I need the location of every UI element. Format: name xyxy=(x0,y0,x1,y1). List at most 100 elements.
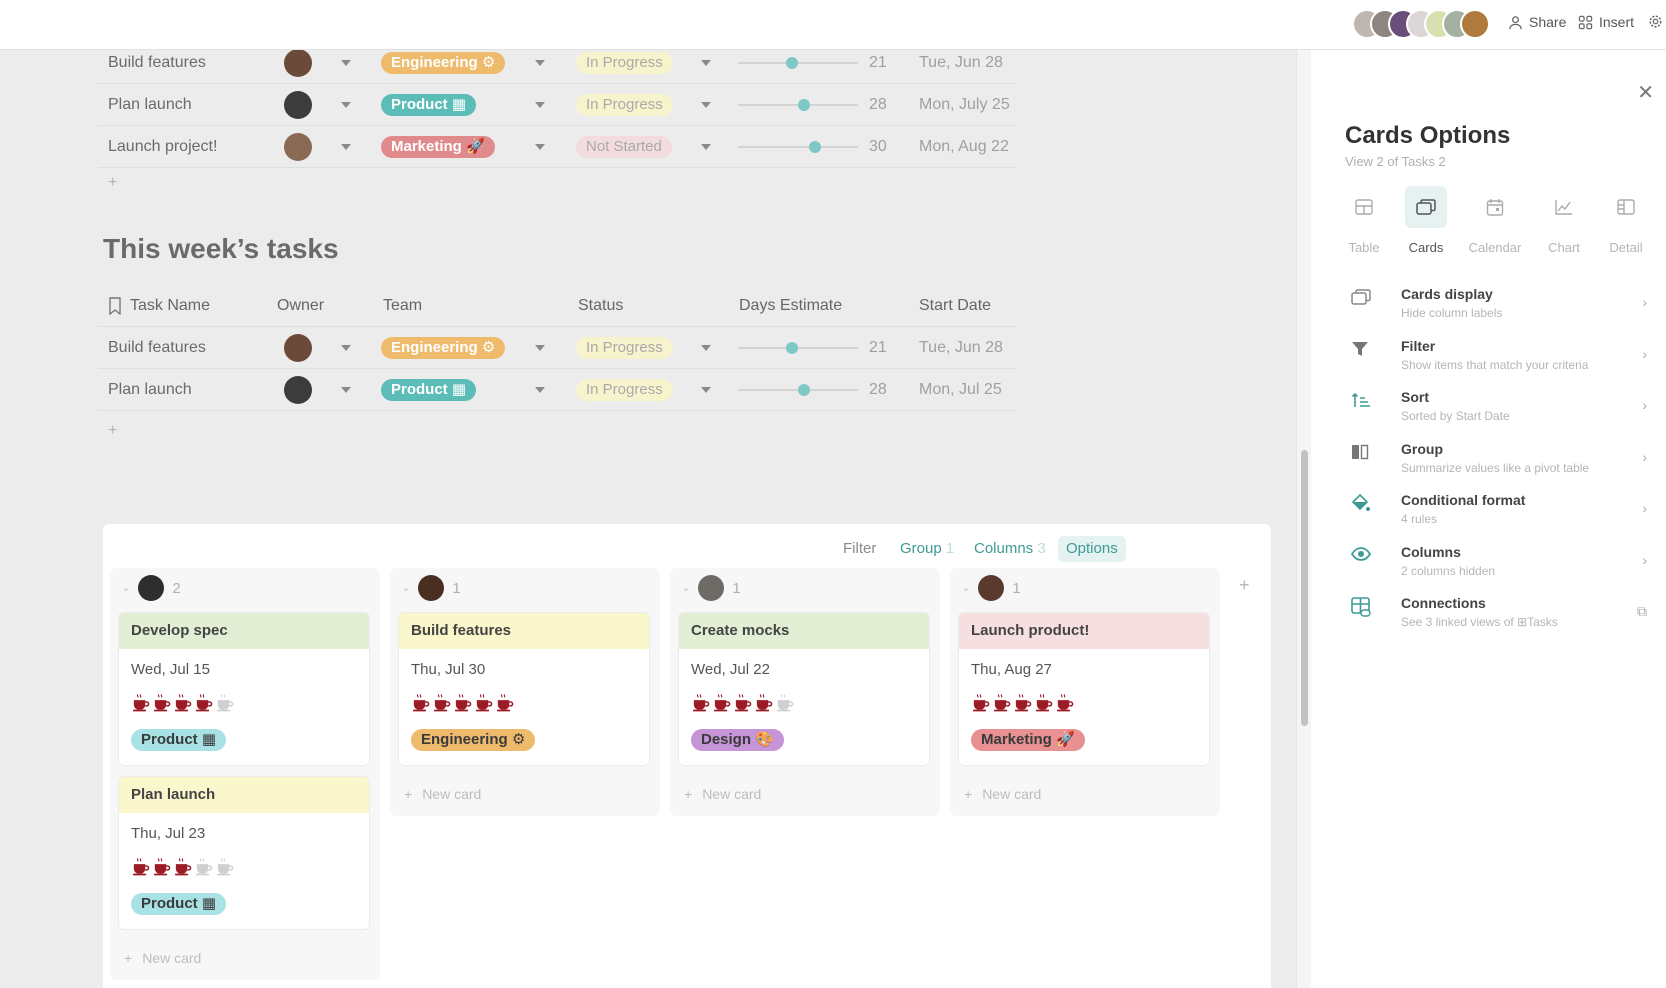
add-row-button[interactable]: + xyxy=(108,422,117,440)
owner-cell[interactable] xyxy=(284,327,312,369)
collapse-chevron-icon[interactable]: ⌄ xyxy=(682,583,690,594)
days-slider-handle[interactable] xyxy=(808,141,821,153)
task-card[interactable]: Launch product! Thu, Aug 27 Marketing 🚀 xyxy=(958,612,1210,766)
new-card-button[interactable]: + New card xyxy=(670,776,940,816)
header-status[interactable]: Status xyxy=(578,297,623,315)
effort-rating[interactable] xyxy=(119,685,369,725)
filter-button[interactable]: Filter xyxy=(835,536,884,562)
table-row[interactable]: Plan launch Product ▦ In Progress 28 Mon, Ju… xyxy=(98,84,1016,126)
view-tab-table[interactable]: Table xyxy=(1333,186,1395,255)
owner-cell[interactable] xyxy=(284,126,312,168)
collapse-chevron-icon[interactable]: ⌄ xyxy=(122,583,130,594)
status-dropdown[interactable] xyxy=(701,327,711,369)
team-cell[interactable]: Marketing 🚀 xyxy=(381,126,495,168)
status-cell[interactable]: In Progress xyxy=(576,369,673,411)
task-card[interactable]: Plan launch Thu, Jul 23 Product ▦ xyxy=(118,776,370,930)
days-slider[interactable] xyxy=(738,146,858,148)
days-slider-handle[interactable] xyxy=(798,99,810,111)
days-slider[interactable] xyxy=(738,62,858,64)
effort-rating[interactable] xyxy=(119,849,369,889)
status-cell[interactable]: In Progress xyxy=(576,327,673,369)
team-cell[interactable]: Product ▦ xyxy=(381,84,477,126)
external-link-icon[interactable]: ⧉ xyxy=(1637,603,1647,620)
option-connections[interactable]: Connections See 3 linked views of ⊞Tasks ⧉ xyxy=(1345,595,1647,641)
days-slider-handle[interactable] xyxy=(798,384,810,396)
start-date-cell[interactable]: Mon, July 25 xyxy=(919,84,1010,126)
option-cards-display[interactable]: Cards display Hide column labels › xyxy=(1345,286,1647,332)
collapse-chevron-icon[interactable]: ⌄ xyxy=(962,583,970,594)
collapse-chevron-icon[interactable]: ⌄ xyxy=(402,583,410,594)
column-header[interactable]: ⌄ 1 xyxy=(390,568,660,608)
header-owner[interactable]: Owner xyxy=(277,297,324,315)
table-row[interactable]: Plan launch Product ▦ In Progress 28 Mon, Ju… xyxy=(98,369,1016,411)
header-days-estimate[interactable]: Days Estimate xyxy=(739,297,842,315)
option-group[interactable]: Group Summarize values like a pivot table… xyxy=(1345,441,1647,487)
task-card[interactable]: Develop spec Wed, Jul 15 Product ▦ xyxy=(118,612,370,766)
column-header[interactable]: ⌄ 2 xyxy=(110,568,380,608)
scrollbar-thumb[interactable] xyxy=(1301,450,1308,726)
status-cell[interactable]: In Progress xyxy=(576,84,673,126)
option-sort[interactable]: Sort Sorted by Start Date › xyxy=(1345,389,1647,435)
effort-rating[interactable] xyxy=(959,685,1209,725)
group-button[interactable]: Group 1 xyxy=(892,536,962,562)
header-task-name[interactable]: Task Name xyxy=(108,297,210,315)
column-header[interactable]: ⌄ 1 xyxy=(950,568,1220,608)
insert-button[interactable]: Insert xyxy=(1578,14,1634,30)
task-card[interactable]: Build features Thu, Jul 30 Engineering ⚙ xyxy=(398,612,650,766)
share-button[interactable]: Share xyxy=(1508,14,1566,30)
status-dropdown[interactable] xyxy=(701,84,711,126)
days-slider[interactable] xyxy=(738,347,858,349)
task-name-cell[interactable]: Launch project! xyxy=(108,126,217,168)
add-column-button[interactable]: + xyxy=(1239,575,1250,596)
team-dropdown[interactable] xyxy=(535,126,545,168)
team-cell[interactable]: Product ▦ xyxy=(381,369,477,411)
option-filter[interactable]: Filter Show items that match your criteri… xyxy=(1345,338,1647,384)
team-dropdown[interactable] xyxy=(535,369,545,411)
days-slider-handle[interactable] xyxy=(786,57,798,69)
task-name-cell[interactable]: Plan launch xyxy=(108,84,192,126)
add-row-button[interactable]: + xyxy=(108,174,117,192)
option-conditional-format[interactable]: Conditional format 4 rules › xyxy=(1345,492,1647,538)
status-dropdown[interactable] xyxy=(701,126,711,168)
collaborator-avatar[interactable] xyxy=(1460,9,1490,39)
collaborator-avatars[interactable] xyxy=(1352,9,1490,39)
effort-rating[interactable] xyxy=(679,685,929,725)
owner-dropdown[interactable] xyxy=(341,84,351,126)
new-card-button[interactable]: + New card xyxy=(950,776,1220,816)
start-date-cell[interactable]: Mon, Aug 22 xyxy=(919,126,1009,168)
column-header[interactable]: ⌄ 1 xyxy=(670,568,940,608)
owner-dropdown[interactable] xyxy=(341,327,351,369)
table-row[interactable]: Build features Engineering ⚙ In Progress 21… xyxy=(98,327,1016,369)
linked-table-name[interactable]: Tasks xyxy=(1527,615,1558,629)
new-card-button[interactable]: + New card xyxy=(110,940,380,980)
columns-button[interactable]: Columns 3 xyxy=(966,536,1054,562)
view-tab-calendar[interactable]: Calendar xyxy=(1464,186,1526,255)
days-slider-handle[interactable] xyxy=(786,342,798,354)
task-name-cell[interactable]: Plan launch xyxy=(108,369,192,411)
close-icon[interactable]: ✕ xyxy=(1637,80,1654,105)
settings-button[interactable] xyxy=(1648,14,1663,29)
option-columns[interactable]: Columns 2 columns hidden › xyxy=(1345,544,1647,590)
owner-dropdown[interactable] xyxy=(341,369,351,411)
task-name-cell[interactable]: Build features xyxy=(108,327,206,369)
team-dropdown[interactable] xyxy=(535,327,545,369)
status-dropdown[interactable] xyxy=(701,369,711,411)
view-tab-cards[interactable]: Cards xyxy=(1395,186,1457,255)
team-cell[interactable]: Engineering ⚙ xyxy=(381,327,506,369)
header-team[interactable]: Team xyxy=(383,297,422,315)
status-cell[interactable]: Not Started xyxy=(576,126,672,168)
main-scrollbar[interactable] xyxy=(1296,50,1311,988)
view-tab-detail[interactable]: Detail xyxy=(1595,186,1657,255)
options-button[interactable]: Options xyxy=(1058,536,1126,562)
header-start-date[interactable]: Start Date xyxy=(919,297,991,315)
owner-cell[interactable] xyxy=(284,369,312,411)
team-dropdown[interactable] xyxy=(535,84,545,126)
task-card[interactable]: Create mocks Wed, Jul 22 Design 🎨 xyxy=(678,612,930,766)
start-date-cell[interactable]: Mon, Jul 25 xyxy=(919,369,1002,411)
new-card-button[interactable]: + New card xyxy=(390,776,660,816)
table-row[interactable]: Launch project! Marketing 🚀 Not Started 30 M… xyxy=(98,126,1016,168)
view-tab-chart[interactable]: Chart xyxy=(1533,186,1595,255)
owner-dropdown[interactable] xyxy=(341,126,351,168)
owner-cell[interactable] xyxy=(284,84,312,126)
effort-rating[interactable] xyxy=(399,685,649,725)
